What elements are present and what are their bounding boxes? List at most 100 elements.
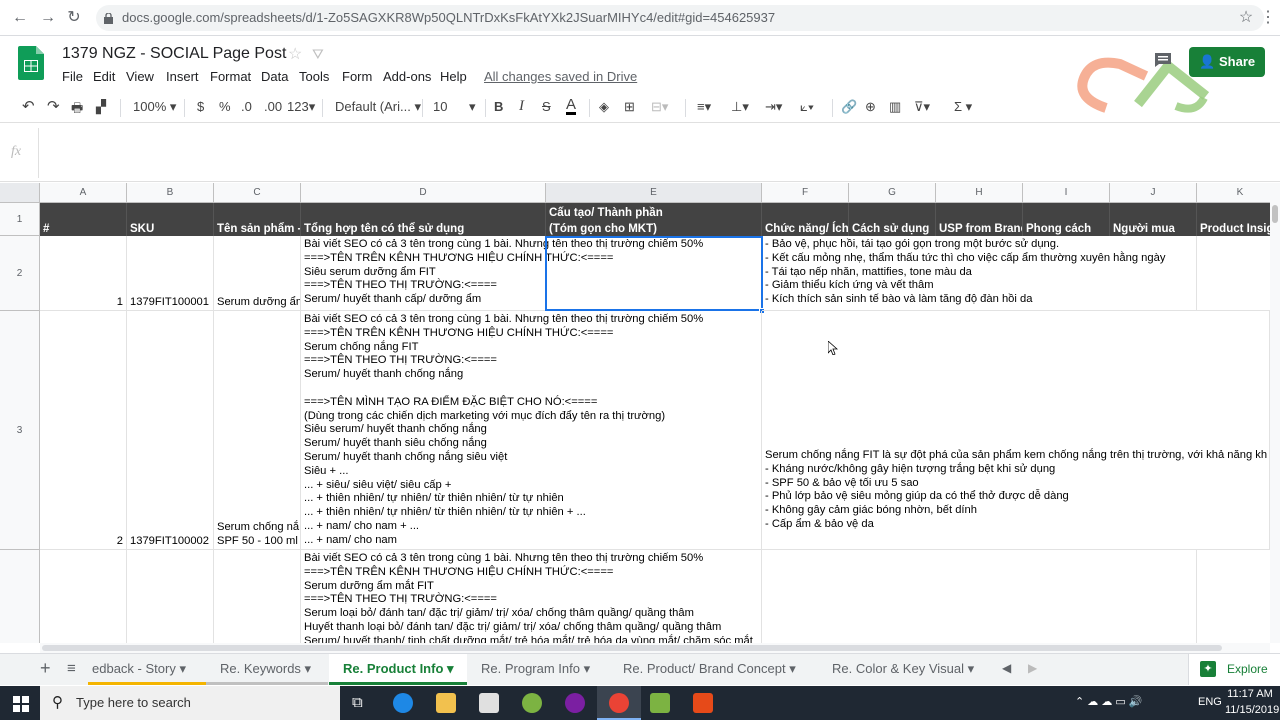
row-header-2[interactable]: 2: [0, 236, 40, 311]
menu-insert[interactable]: Insert: [166, 69, 199, 84]
text-rotation-icon[interactable]: ⟀▾: [800, 99, 814, 115]
column-header-e[interactable]: E: [546, 183, 762, 203]
more-icon[interactable]: ⋮: [1258, 8, 1278, 28]
header-cell-d[interactable]: Tổng hợp tên có thể sử dụng: [301, 203, 546, 236]
borders-icon[interactable]: ⊞: [624, 99, 635, 115]
chrome-taskbar-item[interactable]: [597, 686, 641, 720]
clock-time[interactable]: 11:17 AM: [1227, 688, 1273, 700]
cell-f2[interactable]: - Bảo vệ, phục hồi, tái tạo gói gọn tron…: [762, 236, 1197, 311]
header-cell-h[interactable]: USP from Brand: [936, 203, 1023, 236]
scroll-tabs-right-icon[interactable]: ▶: [1028, 661, 1037, 675]
app-purple-icon[interactable]: [565, 693, 585, 713]
header-cell-c[interactable]: Tên sản phẩm -: [214, 203, 301, 236]
vertical-align-icon[interactable]: ⊥▾: [731, 99, 749, 115]
merge-cells-icon[interactable]: ⊟▾: [651, 99, 668, 115]
horizontal-align-icon[interactable]: ≡▾: [697, 99, 711, 115]
text-wrapping-icon[interactable]: ⇥▾: [765, 99, 782, 115]
paint-format-icon[interactable]: ▞: [96, 99, 106, 115]
cell-k4[interactable]: [1197, 550, 1270, 643]
explore-button[interactable]: ✦ Explore: [1188, 654, 1280, 685]
comments-icon[interactable]: [1154, 52, 1172, 68]
row-header-3[interactable]: 3: [0, 311, 40, 550]
language-indicator[interactable]: ENG: [1198, 696, 1222, 708]
menu-tools[interactable]: Tools: [299, 69, 329, 84]
cell-b2[interactable]: 1379FIT100001: [127, 236, 214, 311]
column-header-f[interactable]: F: [762, 183, 849, 203]
font-select[interactable]: Default (Ari... ▾: [335, 99, 421, 115]
strikethrough-button[interactable]: S: [542, 99, 551, 114]
selected-cell-e2[interactable]: [545, 236, 763, 311]
tab-product-info[interactable]: Re. Product Info ▾: [329, 654, 467, 685]
header-cell-f[interactable]: Chức năng/ Ích: [762, 203, 849, 236]
add-sheet-button[interactable]: +: [40, 658, 51, 679]
store-icon[interactable]: [479, 693, 499, 713]
insert-chart-icon[interactable]: ▥: [889, 99, 901, 115]
tab-color-key-visual[interactable]: Re. Color & Key Visual ▾: [818, 654, 990, 685]
cell-a4[interactable]: [40, 550, 127, 643]
cell-c3[interactable]: Serum chống nắ SPF 50 - 100 ml: [214, 311, 301, 550]
cell-c4[interactable]: [214, 550, 301, 643]
column-header-i[interactable]: I: [1023, 183, 1110, 203]
functions-button[interactable]: Σ ▾: [954, 99, 972, 115]
cell-f4[interactable]: [762, 550, 1197, 643]
text-color-button[interactable]: A: [566, 96, 577, 115]
app-c-orange-icon[interactable]: [693, 693, 713, 713]
fill-color-icon[interactable]: ◈: [599, 99, 609, 115]
header-cell-a[interactable]: #: [40, 203, 127, 236]
forward-icon[interactable]: →: [38, 8, 58, 28]
clock-date[interactable]: 11/15/2019: [1225, 704, 1279, 716]
saved-status[interactable]: All changes saved in Drive: [484, 69, 637, 84]
app-green-icon[interactable]: [522, 693, 542, 713]
column-header-b[interactable]: B: [127, 183, 214, 203]
horizontal-scroll-thumb[interactable]: [42, 645, 1222, 651]
select-all-corner[interactable]: [0, 183, 40, 203]
column-header-a[interactable]: A: [40, 183, 127, 203]
tab-feedback-story[interactable]: edback - Story ▾: [88, 654, 206, 685]
menu-format[interactable]: Format: [210, 69, 251, 84]
back-icon[interactable]: ←: [10, 8, 30, 28]
tab-program-info[interactable]: Re. Program Info ▾: [467, 654, 609, 685]
header-cell-b[interactable]: SKU: [127, 203, 214, 236]
percent-button[interactable]: %: [219, 99, 231, 114]
undo-icon[interactable]: ↶: [22, 97, 35, 115]
cell-c2[interactable]: Serum dưỡng ẩm: [214, 236, 301, 311]
column-header-h[interactable]: H: [936, 183, 1023, 203]
more-formats-button[interactable]: 123▾: [287, 99, 315, 115]
menu-edit[interactable]: Edit: [93, 69, 115, 84]
task-view-icon[interactable]: ⧉: [352, 694, 363, 711]
horizontal-scrollbar[interactable]: [40, 643, 1270, 653]
app-c-green-icon[interactable]: [650, 693, 670, 713]
star-icon[interactable]: ☆: [288, 44, 302, 64]
taskbar-search-field[interactable]: ⚲ Type here to search: [40, 686, 340, 720]
cell-d4[interactable]: Bài viết SEO có cả 3 tên trong cùng 1 bà…: [301, 550, 762, 643]
column-header-k[interactable]: K: [1197, 183, 1270, 203]
windows-start-icon[interactable]: [13, 696, 29, 712]
insert-comment-icon[interactable]: ⊕: [865, 99, 876, 115]
header-cell-j[interactable]: Người mua: [1110, 203, 1197, 236]
cell-d3[interactable]: Bài viết SEO có cả 3 tên trong cùng 1 bà…: [301, 311, 762, 550]
column-header-j[interactable]: J: [1110, 183, 1197, 203]
menu-form[interactable]: Form: [342, 69, 372, 84]
menu-help[interactable]: Help: [440, 69, 467, 84]
menu-file[interactable]: File: [62, 69, 83, 84]
header-cell-k[interactable]: Product Insight: [1197, 203, 1270, 236]
document-title[interactable]: 1379 NGZ - SOCIAL Page Post: [62, 45, 286, 63]
column-header-c[interactable]: C: [214, 183, 301, 203]
cell-f3[interactable]: Serum chống nắng FIT là sự đột phá của s…: [762, 311, 1270, 550]
row-header-4[interactable]: [0, 550, 40, 643]
cell-b3[interactable]: 1379FIT100002: [127, 311, 214, 550]
vertical-scroll-thumb[interactable]: [1272, 205, 1278, 223]
filter-icon[interactable]: ⊽▾: [914, 99, 930, 115]
bold-button[interactable]: B: [494, 99, 503, 114]
vertical-scrollbar[interactable]: [1270, 183, 1280, 643]
edge-browser-icon[interactable]: [393, 693, 413, 713]
column-header-d[interactable]: D: [301, 183, 546, 203]
cell-a2[interactable]: 1: [40, 236, 127, 311]
sheets-logo-icon[interactable]: [18, 46, 44, 80]
tab-product-brand-concept[interactable]: Re. Product/ Brand Concept ▾: [609, 654, 817, 685]
print-icon[interactable]: 🖶: [71, 99, 83, 121]
bookmark-star-icon[interactable]: ☆: [1236, 8, 1256, 28]
font-size-select[interactable]: 10 ▾: [433, 99, 479, 114]
cell-k2[interactable]: [1197, 236, 1270, 311]
menu-addons[interactable]: Add-ons: [383, 69, 431, 84]
